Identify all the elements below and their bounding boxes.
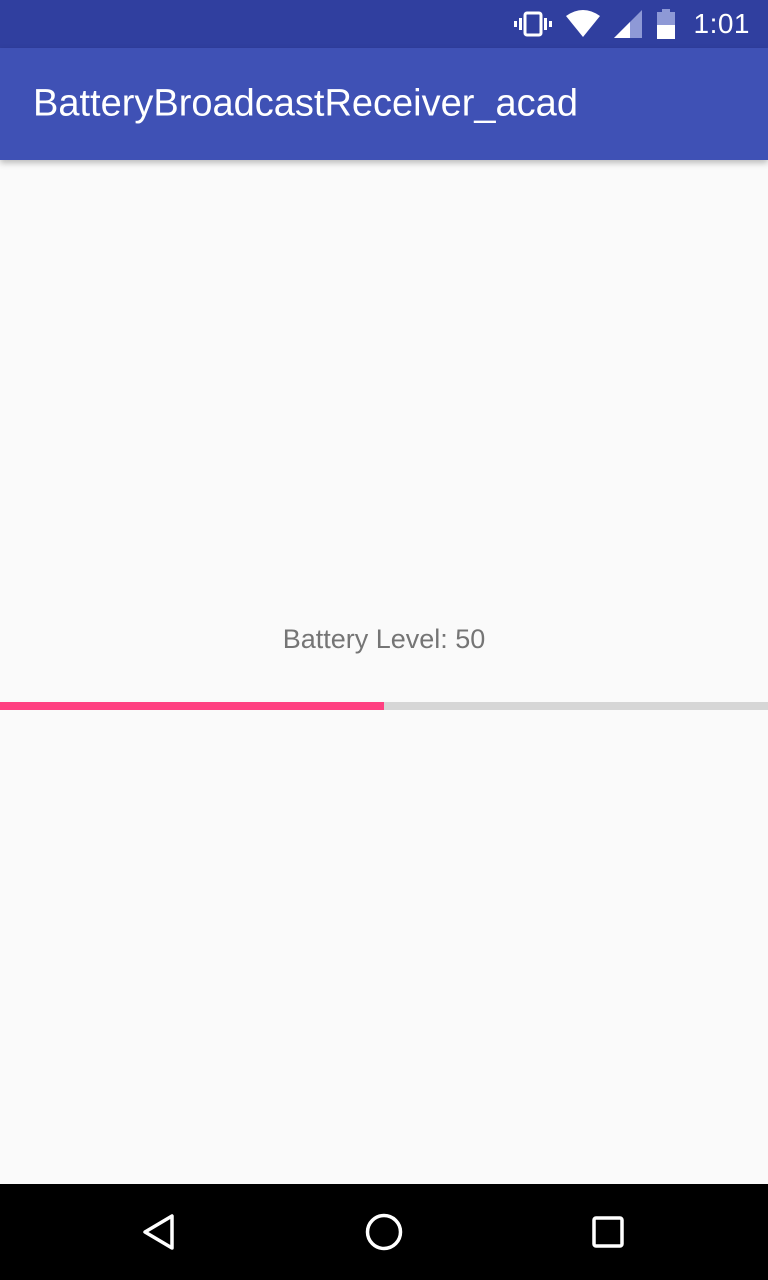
home-button[interactable] (336, 1184, 432, 1280)
recents-button[interactable] (560, 1184, 656, 1280)
status-icons: 1:01 (513, 0, 751, 48)
status-clock: 1:01 (693, 8, 750, 39)
status-bar: 1:01 (0, 0, 768, 48)
battery-icon (656, 9, 676, 39)
cell-signal-icon (613, 10, 642, 38)
app-bar: BatteryBroadcastReceiver_acad (0, 48, 768, 160)
back-icon (143, 1214, 174, 1250)
recents-icon (592, 1216, 624, 1248)
battery-progress-fill (0, 702, 384, 710)
vibrate-icon (513, 10, 552, 38)
app-title: BatteryBroadcastReceiver_acad (33, 82, 578, 125)
back-button[interactable] (112, 1184, 208, 1280)
main-content: Battery Level: 50 (0, 160, 768, 1184)
navigation-bar (0, 1184, 768, 1280)
home-icon (365, 1213, 403, 1251)
wifi-icon (565, 10, 600, 38)
battery-progress-bar (0, 702, 768, 710)
battery-level-label: Battery Level: 50 (282, 624, 486, 654)
